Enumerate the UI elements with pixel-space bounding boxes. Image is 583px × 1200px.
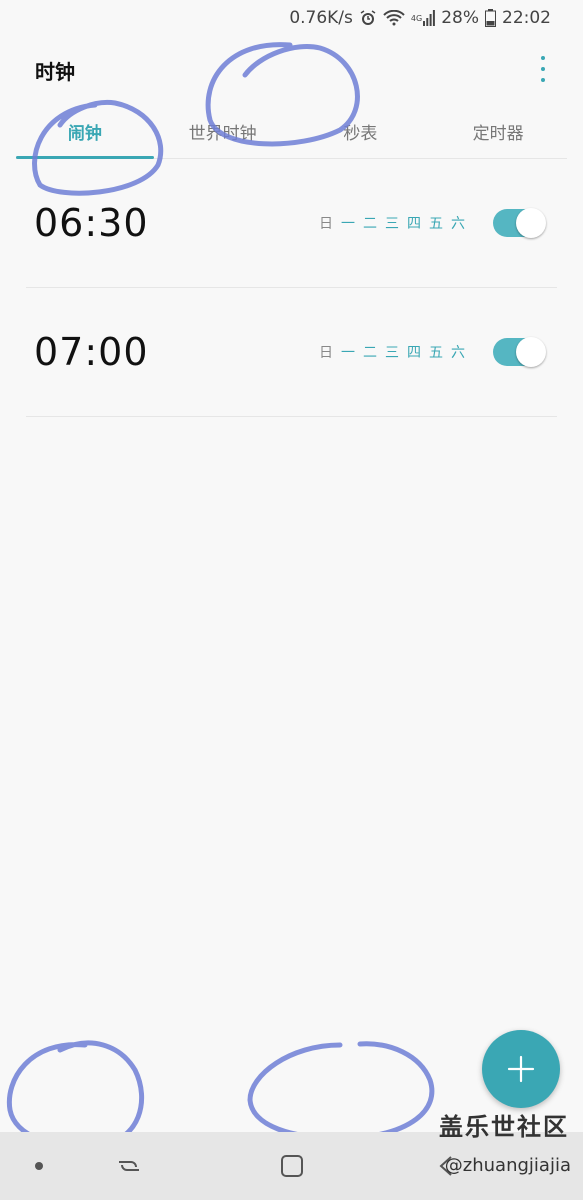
home-icon	[281, 1155, 303, 1177]
tab-world-clock[interactable]: 世界时钟	[154, 104, 292, 158]
tab-bar: 闹钟 世界时钟 秒表 定时器	[16, 104, 567, 159]
recents-icon	[119, 1161, 139, 1171]
toggle-knob	[516, 208, 546, 238]
day-tue: 二	[363, 345, 377, 361]
network-speed: 0.76K/s	[289, 8, 353, 28]
alarm-toggle[interactable]	[493, 337, 546, 367]
battery-percent: 28%	[441, 8, 479, 28]
watermark-title: 盖乐世社区	[439, 1113, 569, 1141]
more-vertical-icon	[541, 56, 545, 60]
signal-icon: 4G	[410, 10, 436, 26]
wifi-icon	[383, 10, 405, 26]
alarm-time: 06:30	[34, 201, 149, 245]
day-sun: 日	[319, 345, 333, 361]
alarm-item[interactable]: 06:30 日 一 二 三 四 五 六	[26, 159, 557, 288]
day-fri: 五	[429, 345, 443, 361]
dot-icon	[35, 1162, 43, 1170]
toggle-knob	[516, 337, 546, 367]
day-sun: 日	[319, 216, 333, 232]
nav-dot-button[interactable]	[4, 1132, 74, 1200]
status-bar: 0.76K/s 4G 28% 22:02	[0, 0, 583, 36]
day-mon: 一	[341, 345, 355, 361]
day-thu: 四	[407, 345, 421, 361]
day-sat: 六	[451, 216, 465, 232]
more-options-button[interactable]	[537, 56, 549, 82]
tab-timer[interactable]: 定时器	[429, 104, 567, 158]
day-wed: 三	[385, 216, 399, 232]
recents-button[interactable]	[94, 1132, 164, 1200]
alarm-toggle[interactable]	[493, 208, 546, 238]
alarm-status-icon	[359, 9, 377, 27]
watermark-handle: @zhuangjiajia	[444, 1155, 571, 1176]
day-thu: 四	[407, 216, 421, 232]
alarm-time: 07:00	[34, 330, 149, 374]
app-title: 时钟	[35, 60, 75, 84]
alarm-item[interactable]: 07:00 日 一 二 三 四 五 六	[26, 288, 557, 417]
day-tue: 二	[363, 216, 377, 232]
alarm-repeat-days: 日 一 二 三 四 五 六	[319, 213, 465, 233]
day-sat: 六	[451, 345, 465, 361]
alarm-repeat-days: 日 一 二 三 四 五 六	[319, 342, 465, 362]
clock-time: 22:02	[502, 8, 551, 28]
day-wed: 三	[385, 345, 399, 361]
tab-alarm[interactable]: 闹钟	[16, 104, 154, 159]
day-fri: 五	[429, 216, 443, 232]
add-alarm-button[interactable]	[482, 1030, 560, 1108]
battery-icon	[485, 9, 496, 27]
tab-stopwatch[interactable]: 秒表	[292, 104, 430, 158]
network-type: 4G	[410, 13, 423, 23]
add-icon	[507, 1055, 535, 1083]
day-mon: 一	[341, 216, 355, 232]
home-button[interactable]	[257, 1132, 327, 1200]
